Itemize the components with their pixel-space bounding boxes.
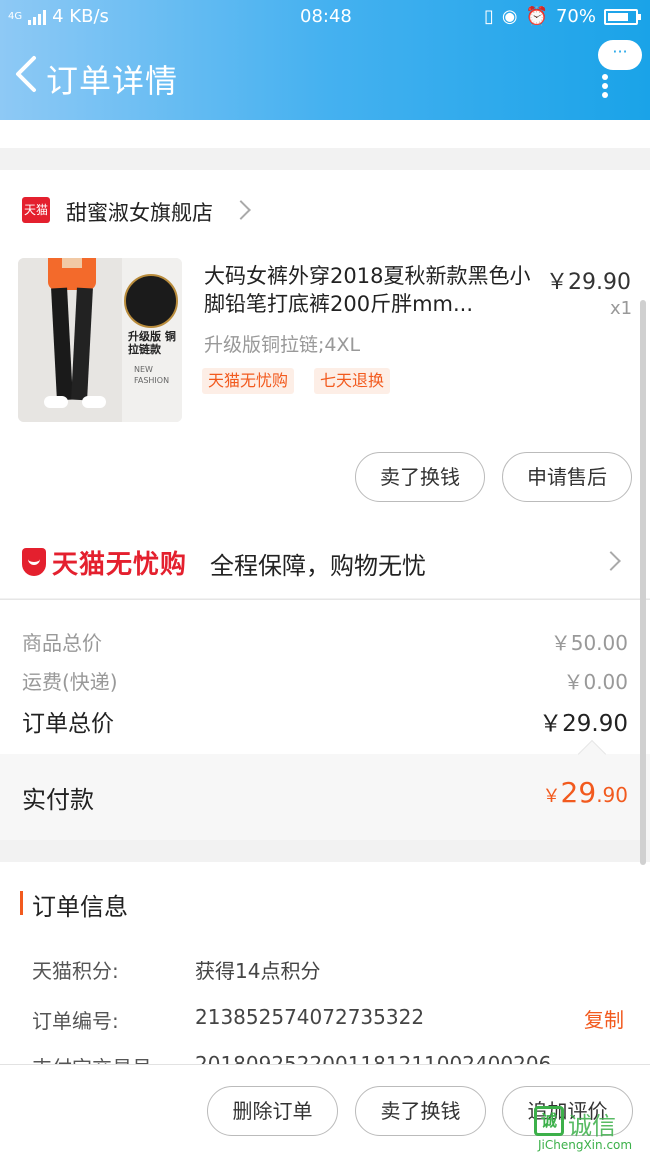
nav-bar: 订单详情 ··· bbox=[0, 40, 650, 110]
signal-icon bbox=[28, 9, 47, 25]
guarantee-row[interactable]: 天猫无忧购 全程保障，购物无忧 bbox=[0, 528, 650, 598]
paid-amount: ￥29.90 bbox=[543, 776, 628, 809]
order-number-label: 订单编号: bbox=[32, 1009, 119, 1033]
delete-order-button[interactable]: 删除订单 bbox=[207, 1086, 338, 1136]
paid-decimal: .90 bbox=[596, 783, 628, 807]
page-title: 订单详情 bbox=[46, 62, 179, 100]
tag-seven-day-return: 七天退换 bbox=[314, 368, 391, 394]
product-price: ￥29.90 bbox=[546, 270, 631, 295]
battery-percent: 70% bbox=[555, 6, 596, 27]
shop-row[interactable]: 天猫 甜蜜淑女旗舰店 bbox=[0, 185, 650, 235]
status-right: ▯ ◉ ⏰ 70% bbox=[483, 6, 641, 27]
product-title[interactable]: 大码女裤外穿2018夏秋新款黑色小脚铅笔打底裤200斤胖mm... bbox=[204, 262, 540, 320]
vibrate-icon: ▯ bbox=[483, 6, 494, 27]
section-gap bbox=[0, 840, 650, 862]
goods-total-label: 商品总价 bbox=[22, 631, 102, 655]
shield-icon bbox=[22, 548, 46, 576]
order-total-value: ￥29.90 bbox=[539, 711, 628, 737]
points-value: 获得14点积分 bbox=[195, 959, 321, 983]
status-time: 08:48 bbox=[300, 6, 352, 27]
section-gap bbox=[0, 148, 650, 170]
order-number-value: 213852574072735322 bbox=[195, 1005, 425, 1029]
top-spacer bbox=[0, 120, 650, 148]
tag-worry-free: 天猫无忧购 bbox=[202, 368, 295, 394]
copy-order-number-button[interactable]: 复制 bbox=[584, 1004, 624, 1033]
guarantee-brand: 天猫无忧购 bbox=[52, 550, 188, 580]
status-left: 4G 4 KB/s bbox=[8, 6, 109, 27]
thumb-shoe-left bbox=[44, 396, 68, 408]
points-label: 天猫积分: bbox=[32, 959, 119, 983]
section-accent-bar bbox=[20, 891, 23, 915]
watermark-logo: 诚 bbox=[534, 1106, 564, 1136]
shipping-value: ￥0.00 bbox=[563, 670, 628, 694]
lock-icon: ◉ bbox=[501, 6, 518, 27]
thumb-neck bbox=[62, 258, 82, 268]
scrollbar[interactable] bbox=[640, 300, 646, 865]
paid-label: 实付款 bbox=[22, 786, 94, 814]
back-arrow-icon[interactable] bbox=[12, 54, 42, 94]
more-bubble[interactable]: ··· bbox=[598, 40, 642, 70]
status-bar: 4G 4 KB/s 08:48 ▯ ◉ ⏰ 70% bbox=[0, 0, 650, 34]
thumb-zip-text: 升级版 铜拉链款 bbox=[128, 330, 176, 356]
guarantee-text: 全程保障，购物无忧 bbox=[210, 552, 426, 580]
product-thumbnail[interactable]: 升级版 铜拉链款 NEW FASHION bbox=[18, 258, 182, 422]
paid-amount-box: 实付款 ￥29.90 bbox=[0, 754, 650, 840]
shipping-label: 运费(快递) bbox=[22, 670, 118, 694]
tmall-logo: 天猫 bbox=[22, 197, 50, 223]
chevron-right-icon bbox=[231, 200, 251, 220]
app-header: 4G 4 KB/s 08:48 ▯ ◉ ⏰ 70% 订单详情 ··· bbox=[0, 0, 650, 120]
order-total-label: 订单总价 bbox=[22, 711, 114, 737]
order-info-title: 订单信息 bbox=[32, 893, 128, 921]
after-sale-button[interactable]: 申请售后 bbox=[502, 452, 632, 502]
alarm-icon: ⏰ bbox=[525, 6, 548, 27]
sell-for-cash-button-bottom[interactable]: 卖了换钱 bbox=[355, 1086, 486, 1136]
shop-name[interactable]: 甜蜜淑女旗舰店 bbox=[66, 197, 213, 227]
thumb-shoe-right bbox=[82, 396, 106, 408]
battery-icon bbox=[604, 8, 641, 25]
paid-integer: 29 bbox=[560, 776, 597, 809]
chevron-right-icon bbox=[601, 551, 621, 571]
goods-total-value: ￥50.00 bbox=[550, 631, 628, 655]
sell-for-cash-button[interactable]: 卖了换钱 bbox=[355, 452, 485, 502]
paid-currency: ￥ bbox=[542, 786, 561, 807]
thumb-zipper-icon bbox=[124, 274, 178, 328]
site-watermark: 诚 诚信 JiChengXin.com bbox=[534, 1106, 646, 1154]
more-menu-icon[interactable] bbox=[602, 74, 610, 98]
product-sku: 升级版铜拉链;4XL bbox=[204, 334, 361, 356]
thumb-caption: NEW FASHION bbox=[134, 365, 170, 385]
network-label: 4G bbox=[8, 11, 23, 22]
watermark-url: JiChengXin.com bbox=[538, 1138, 633, 1152]
product-quantity: x1 bbox=[610, 298, 633, 319]
watermark-text: 诚信 bbox=[568, 1112, 616, 1140]
network-speed: 4 KB/s bbox=[52, 6, 109, 27]
